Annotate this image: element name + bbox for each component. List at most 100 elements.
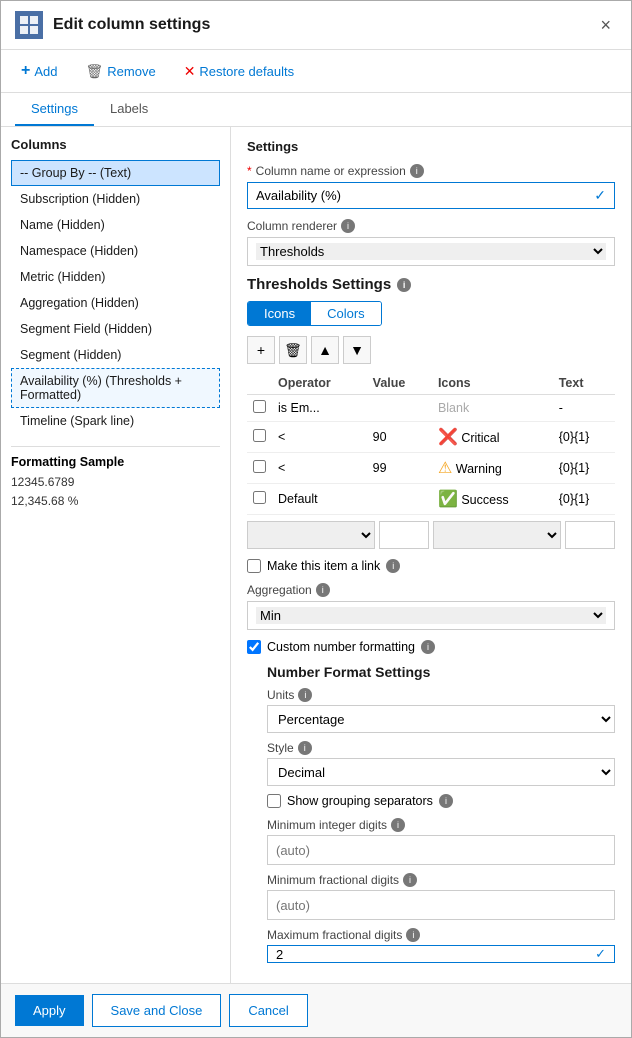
tab-settings[interactable]: Settings <box>15 93 94 126</box>
row0-operator: is Em... <box>272 395 367 422</box>
col-check <box>247 372 272 395</box>
column-renderer-label: Column renderer i <box>247 219 615 233</box>
aggregation-info-icon[interactable]: i <box>316 583 330 597</box>
edit-column-settings-dialog: Edit column settings × + Add 🗑 Remove ✕ … <box>0 0 632 1038</box>
column-item-3[interactable]: Namespace (Hidden) <box>11 238 220 264</box>
restore-icon: ✕ <box>184 63 196 80</box>
column-item-5[interactable]: Aggregation (Hidden) <box>11 290 220 316</box>
max-fractional-input[interactable] <box>268 946 587 962</box>
tab-labels[interactable]: Labels <box>94 93 164 126</box>
column-item-6[interactable]: Segment Field (Hidden) <box>11 316 220 342</box>
column-name-info-icon[interactable]: i <box>410 164 424 178</box>
thresholds-info-icon[interactable]: i <box>397 278 411 292</box>
column-item-0[interactable]: -- Group By -- (Text) <box>11 160 220 186</box>
min-integer-section: Minimum integer digits i <box>267 818 615 865</box>
mini-toolbar: + 🗑 ▲ ▼ <box>247 336 615 364</box>
row-select-1[interactable] <box>247 521 375 549</box>
number-format-title: Number Format Settings <box>267 664 615 680</box>
row3-checkbox[interactable] <box>253 491 266 504</box>
min-fractional-section: Minimum fractional digits i <box>267 873 615 920</box>
units-info-icon[interactable]: i <box>298 688 312 702</box>
max-fractional-label: Maximum fractional digits i <box>267 928 615 942</box>
toggle-icons-button[interactable]: Icons <box>248 302 311 325</box>
row2-operator: < <box>272 453 367 484</box>
remove-button[interactable]: 🗑 Remove <box>79 59 161 84</box>
row0-checkbox[interactable] <box>253 400 266 413</box>
style-info-icon[interactable]: i <box>298 741 312 755</box>
column-renderer-info-icon[interactable]: i <box>341 219 355 233</box>
style-select[interactable]: Decimal <box>267 758 615 786</box>
units-section: Units i Percentage <box>267 688 615 733</box>
delete-row-button[interactable]: 🗑 <box>279 336 307 364</box>
custom-formatting-info-icon[interactable]: i <box>421 640 435 654</box>
row-controls <box>247 521 615 549</box>
custom-formatting-label: Custom number formatting <box>267 640 415 654</box>
add-button[interactable]: + Add <box>15 58 63 84</box>
column-item-8[interactable]: Availability (%) (Thresholds + Formatted… <box>11 368 220 408</box>
row0-text: - <box>553 395 615 422</box>
column-name-input-wrap: ✓ <box>247 182 615 209</box>
add-row-button[interactable]: + <box>247 336 275 364</box>
min-fractional-info-icon[interactable]: i <box>403 873 417 887</box>
row1-checkbox[interactable] <box>253 429 266 442</box>
aggregation-select-wrap[interactable]: Min <box>247 601 615 630</box>
max-fractional-section: Maximum fractional digits i ✓ <box>267 928 615 963</box>
column-renderer-select-wrap[interactable]: Thresholds <box>247 237 615 266</box>
footer: Apply Save and Close Cancel <box>1 983 631 1037</box>
move-up-button[interactable]: ▲ <box>311 336 339 364</box>
column-item-4[interactable]: Metric (Hidden) <box>11 264 220 290</box>
min-fractional-input[interactable] <box>267 890 615 920</box>
restore-defaults-button[interactable]: ✕ Restore defaults <box>178 59 300 84</box>
cancel-button[interactable]: Cancel <box>229 994 307 1027</box>
move-down-button[interactable]: ▼ <box>343 336 371 364</box>
row1-icon: ❌ Critical <box>432 422 553 453</box>
number-format-settings: Number Format Settings Units i Percentag… <box>247 664 615 963</box>
sample-value-2: 12,345.68 % <box>11 492 220 511</box>
row0-value <box>367 395 432 422</box>
restore-label: Restore defaults <box>199 64 294 79</box>
settings-title: Settings <box>247 139 615 154</box>
close-button[interactable]: × <box>594 13 617 38</box>
column-item-7[interactable]: Segment (Hidden) <box>11 342 220 368</box>
sample-value-1: 12345.6789 <box>11 473 220 492</box>
column-name-input[interactable] <box>248 183 586 208</box>
right-panel: Settings * Column name or expression i ✓… <box>231 127 631 983</box>
dialog-icon <box>15 11 43 39</box>
column-renderer-select[interactable]: Thresholds <box>256 243 606 260</box>
row-text-input[interactable] <box>565 521 615 549</box>
apply-button[interactable]: Apply <box>15 995 84 1026</box>
units-select[interactable]: Percentage <box>267 705 615 733</box>
row3-operator: Default <box>272 484 367 515</box>
min-integer-input[interactable] <box>267 835 615 865</box>
main-content: Columns -- Group By -- (Text) Subscripti… <box>1 127 631 983</box>
threshold-table: Operator Value Icons Text is Em... Blank <box>247 372 615 515</box>
row2-icon: ⚠ Warning <box>432 453 553 484</box>
toggle-colors-button[interactable]: Colors <box>311 302 381 325</box>
columns-title: Columns <box>11 137 220 152</box>
save-close-button[interactable]: Save and Close <box>92 994 222 1027</box>
custom-formatting-checkbox[interactable] <box>247 640 261 654</box>
row-select-2[interactable] <box>433 521 561 549</box>
max-fractional-info-icon[interactable]: i <box>406 928 420 942</box>
row-value-input[interactable] <box>379 521 429 549</box>
aggregation-select[interactable]: Min <box>256 607 606 624</box>
min-fractional-label: Minimum fractional digits i <box>267 873 615 887</box>
row2-checkbox[interactable] <box>253 460 266 473</box>
col-value: Value <box>367 372 432 395</box>
grouping-checkbox[interactable] <box>267 794 281 808</box>
min-integer-info-icon[interactable]: i <box>391 818 405 832</box>
make-link-info-icon[interactable]: i <box>386 559 400 573</box>
grouping-info-icon[interactable]: i <box>439 794 453 808</box>
table-row: is Em... Blank - <box>247 395 615 422</box>
column-item-1[interactable]: Subscription (Hidden) <box>11 186 220 212</box>
make-link-row: Make this item a link i <box>247 559 615 573</box>
column-item-9[interactable]: Timeline (Spark line) <box>11 408 220 434</box>
row1-operator: < <box>272 422 367 453</box>
custom-formatting-row: Custom number formatting i <box>247 640 615 654</box>
toggle-group: Icons Colors <box>247 301 382 326</box>
column-name-label: * Column name or expression i <box>247 164 615 178</box>
column-item-2[interactable]: Name (Hidden) <box>11 212 220 238</box>
row3-icon: ✅ Success <box>432 484 553 515</box>
make-link-checkbox[interactable] <box>247 559 261 573</box>
units-label: Units i <box>267 688 615 702</box>
